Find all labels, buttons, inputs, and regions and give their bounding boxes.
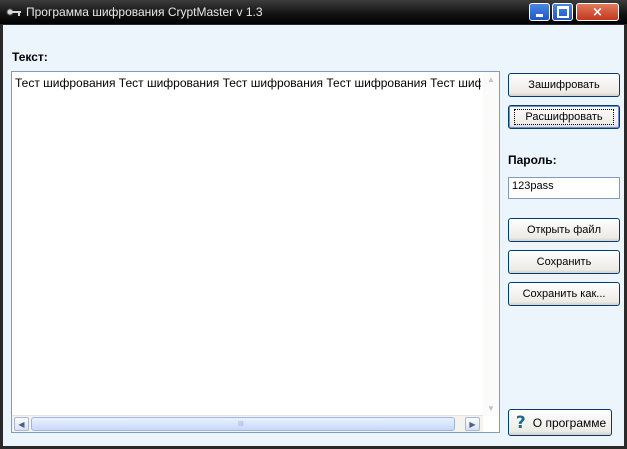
help-icon: ? (515, 412, 526, 433)
arrow-left-icon: ◀ (18, 419, 25, 429)
title-bar[interactable]: Программа шифрования CryptMaster v 1.3 × (0, 0, 627, 24)
horizontal-scrollbar[interactable]: ◀ III ▶ (12, 415, 483, 432)
save-as-label: Сохранить как... (522, 288, 606, 300)
minimize-icon (536, 14, 543, 17)
open-file-button[interactable]: Открыть файл (508, 218, 620, 242)
encrypt-button[interactable]: Зашифровать (508, 73, 620, 97)
maximize-button[interactable] (552, 3, 573, 21)
password-field[interactable]: 123pass (508, 177, 620, 199)
grip-icon: III (238, 421, 244, 428)
about-button[interactable]: ? О программе (508, 409, 612, 436)
encrypt-label: Зашифровать (528, 79, 600, 91)
scroll-left-button[interactable]: ◀ (14, 417, 29, 431)
decrypt-button[interactable]: Расшифровать (508, 105, 620, 129)
save-as-button[interactable]: Сохранить как... (508, 282, 620, 306)
close-button[interactable]: × (576, 3, 619, 21)
text-editor[interactable]: Тест шифрования Тест шифрования Тест шиф… (11, 71, 500, 433)
minimize-button[interactable] (529, 3, 550, 21)
window-title: Программа шифрования CryptMaster v 1.3 (26, 5, 263, 19)
maximize-icon (556, 6, 569, 18)
arrow-right-icon: ▶ (469, 419, 476, 429)
scroll-thumb[interactable]: III (31, 417, 455, 431)
about-label: О программе (532, 415, 607, 430)
save-button[interactable]: Сохранить (508, 250, 620, 274)
key-icon (6, 8, 21, 16)
app-window: Программа шифрования CryptMaster v 1.3 ×… (0, 0, 627, 449)
text-label: Текст: (12, 50, 48, 64)
decrypt-label: Расшифровать (514, 109, 614, 125)
save-label: Сохранить (536, 256, 592, 268)
close-icon: × (592, 4, 603, 20)
scroll-up-icon[interactable]: ▲ (487, 75, 495, 84)
open-file-label: Открыть файл (527, 224, 601, 236)
password-label: Пароль: (508, 153, 557, 167)
text-content: Тест шифрования Тест шифрования Тест шиф… (15, 76, 481, 90)
scroll-down-icon[interactable]: ▼ (487, 404, 495, 413)
vertical-scrollbar[interactable]: ▲ ▼ (483, 72, 499, 416)
client-area: Текст: Тест шифрования Тест шифрования Т… (3, 25, 624, 446)
scroll-right-button[interactable]: ▶ (465, 417, 480, 431)
